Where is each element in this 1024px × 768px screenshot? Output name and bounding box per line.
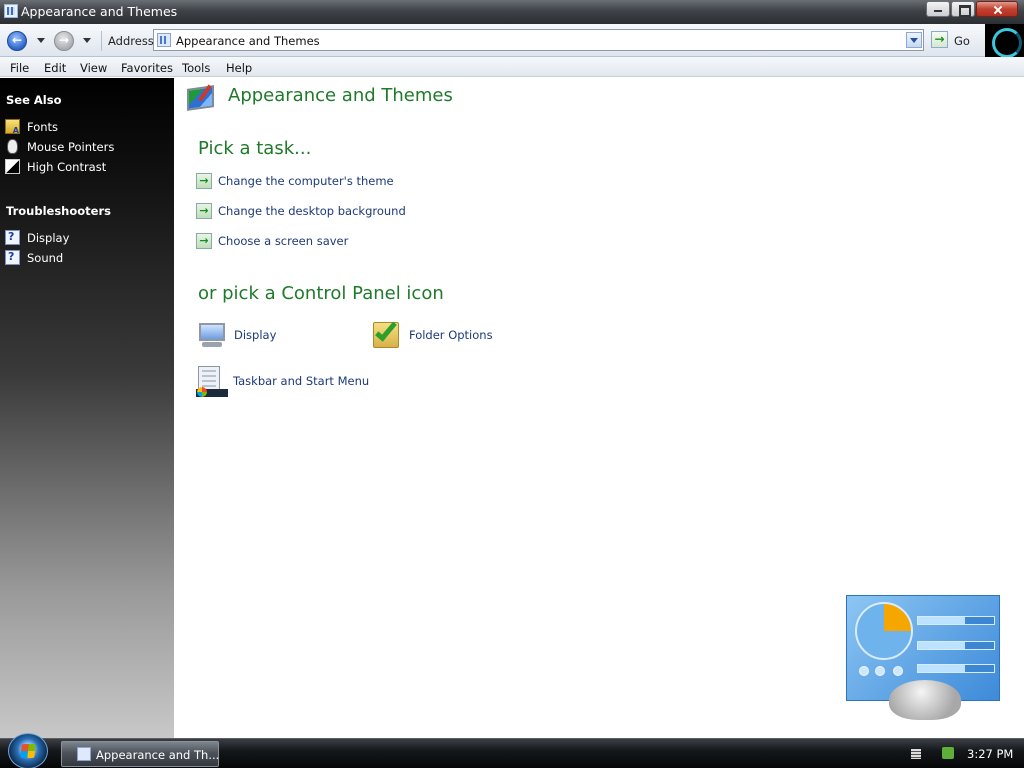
taskbar: Appearance and Th... 3:27 PM — [0, 733, 1024, 768]
restore-button[interactable] — [951, 1, 975, 17]
control-panel-watermark-graphic — [846, 595, 1000, 720]
page-title: Appearance and Themes — [228, 85, 453, 106]
see-also-heading: See Also — [6, 93, 62, 107]
taskbar-icon — [196, 365, 228, 397]
fonts-folder-icon — [5, 119, 20, 135]
task-label[interactable]: Change the desktop background — [218, 204, 406, 218]
menu-edit[interactable]: Edit — [44, 61, 66, 75]
sidebar-item-high-contrast[interactable]: High Contrast — [5, 158, 170, 176]
cp-icon-display[interactable]: Display — [196, 319, 316, 351]
taskbar-window-label: Appearance and Th... — [96, 748, 220, 762]
go-button[interactable]: → Go — [929, 30, 979, 50]
address-toolbar: ← → Address Appearance and Themes → Go — [0, 24, 1024, 57]
back-history-dropdown[interactable] — [37, 38, 45, 43]
sidebar-item-label: Mouse Pointers — [27, 140, 115, 154]
cp-icon-label[interactable]: Taskbar and Start Menu — [233, 374, 369, 388]
troubleshooters-heading: Troubleshooters — [6, 204, 111, 218]
address-dropdown-button[interactable] — [906, 32, 922, 48]
sidebar-item-display-troubleshooter[interactable]: Display — [5, 229, 170, 247]
help-icon — [5, 230, 20, 245]
menu-view[interactable]: View — [80, 61, 107, 75]
back-button[interactable]: ← — [7, 31, 27, 51]
sidebar-item-mouse-pointers[interactable]: Mouse Pointers — [5, 138, 170, 156]
title-bar: Appearance and Themes — [0, 0, 1024, 24]
keyboard-tray-icon[interactable] — [911, 749, 921, 759]
control-panel-icon — [4, 4, 18, 18]
forward-button[interactable]: → — [54, 31, 74, 51]
control-panel-icon — [157, 33, 171, 47]
address-label: Address — [108, 34, 154, 48]
windows-logo-throbber — [985, 24, 1024, 58]
cp-icon-label[interactable]: Display — [234, 328, 276, 342]
clock[interactable]: 3:27 PM — [967, 747, 1013, 761]
display-icon — [196, 319, 228, 351]
help-icon — [5, 250, 20, 265]
go-label: Go — [954, 34, 970, 48]
forward-history-dropdown[interactable] — [83, 38, 91, 43]
window-title: Appearance and Themes — [21, 4, 178, 19]
sidebar-item-sound-troubleshooter[interactable]: Sound — [5, 249, 170, 267]
address-value[interactable]: Appearance and Themes — [176, 34, 320, 48]
cp-icon-folder-options[interactable]: Folder Options — [371, 318, 511, 351]
mouse-icon — [7, 139, 18, 154]
appearance-themes-icon — [187, 84, 216, 114]
menu-help[interactable]: Help — [226, 61, 252, 75]
menu-tools[interactable]: Tools — [182, 61, 210, 75]
pick-icon-heading: or pick a Control Panel icon — [198, 283, 444, 304]
close-button[interactable] — [976, 1, 1018, 17]
menu-favorites[interactable]: Favorites — [121, 61, 173, 75]
green-arrow-icon: → — [196, 173, 212, 189]
cp-icon-taskbar-start-menu[interactable]: Taskbar and Start Menu — [196, 365, 376, 397]
sidebar-item-fonts[interactable]: Fonts — [5, 118, 170, 136]
toolbar-separator — [101, 31, 102, 51]
task-label[interactable]: Change the computer's theme — [218, 174, 394, 188]
taskbar-window-button[interactable]: Appearance and Th... — [61, 741, 219, 767]
back-arrow-icon: ← — [11, 33, 23, 47]
sidebar-item-label: Sound — [27, 251, 64, 265]
start-button[interactable] — [8, 733, 48, 768]
go-arrow-icon: → — [931, 31, 948, 48]
sidebar-item-label: Display — [27, 231, 70, 245]
high-contrast-icon — [5, 159, 20, 174]
minimize-button[interactable] — [926, 1, 950, 17]
control-panel-icon — [77, 747, 91, 761]
address-field[interactable]: Appearance and Themes — [153, 29, 924, 51]
menu-bar: File Edit View Favorites Tools Help — [0, 57, 1024, 77]
green-arrow-icon: → — [196, 233, 212, 249]
menu-file[interactable]: File — [10, 61, 29, 75]
cp-icon-label[interactable]: Folder Options — [409, 328, 493, 342]
green-arrow-icon: → — [196, 203, 212, 219]
task-label[interactable]: Choose a screen saver — [218, 234, 348, 248]
sidebar-item-label: Fonts — [27, 120, 59, 134]
sidebar-item-label: High Contrast — [27, 160, 107, 174]
folder-options-icon — [371, 318, 403, 351]
pick-task-heading: Pick a task... — [198, 138, 312, 159]
window-controls — [925, 1, 1018, 17]
forward-arrow-icon: → — [58, 33, 70, 47]
sidebar: See Also Fonts Mouse Pointers High Contr… — [0, 78, 174, 738]
network-tray-icon[interactable] — [942, 747, 954, 759]
